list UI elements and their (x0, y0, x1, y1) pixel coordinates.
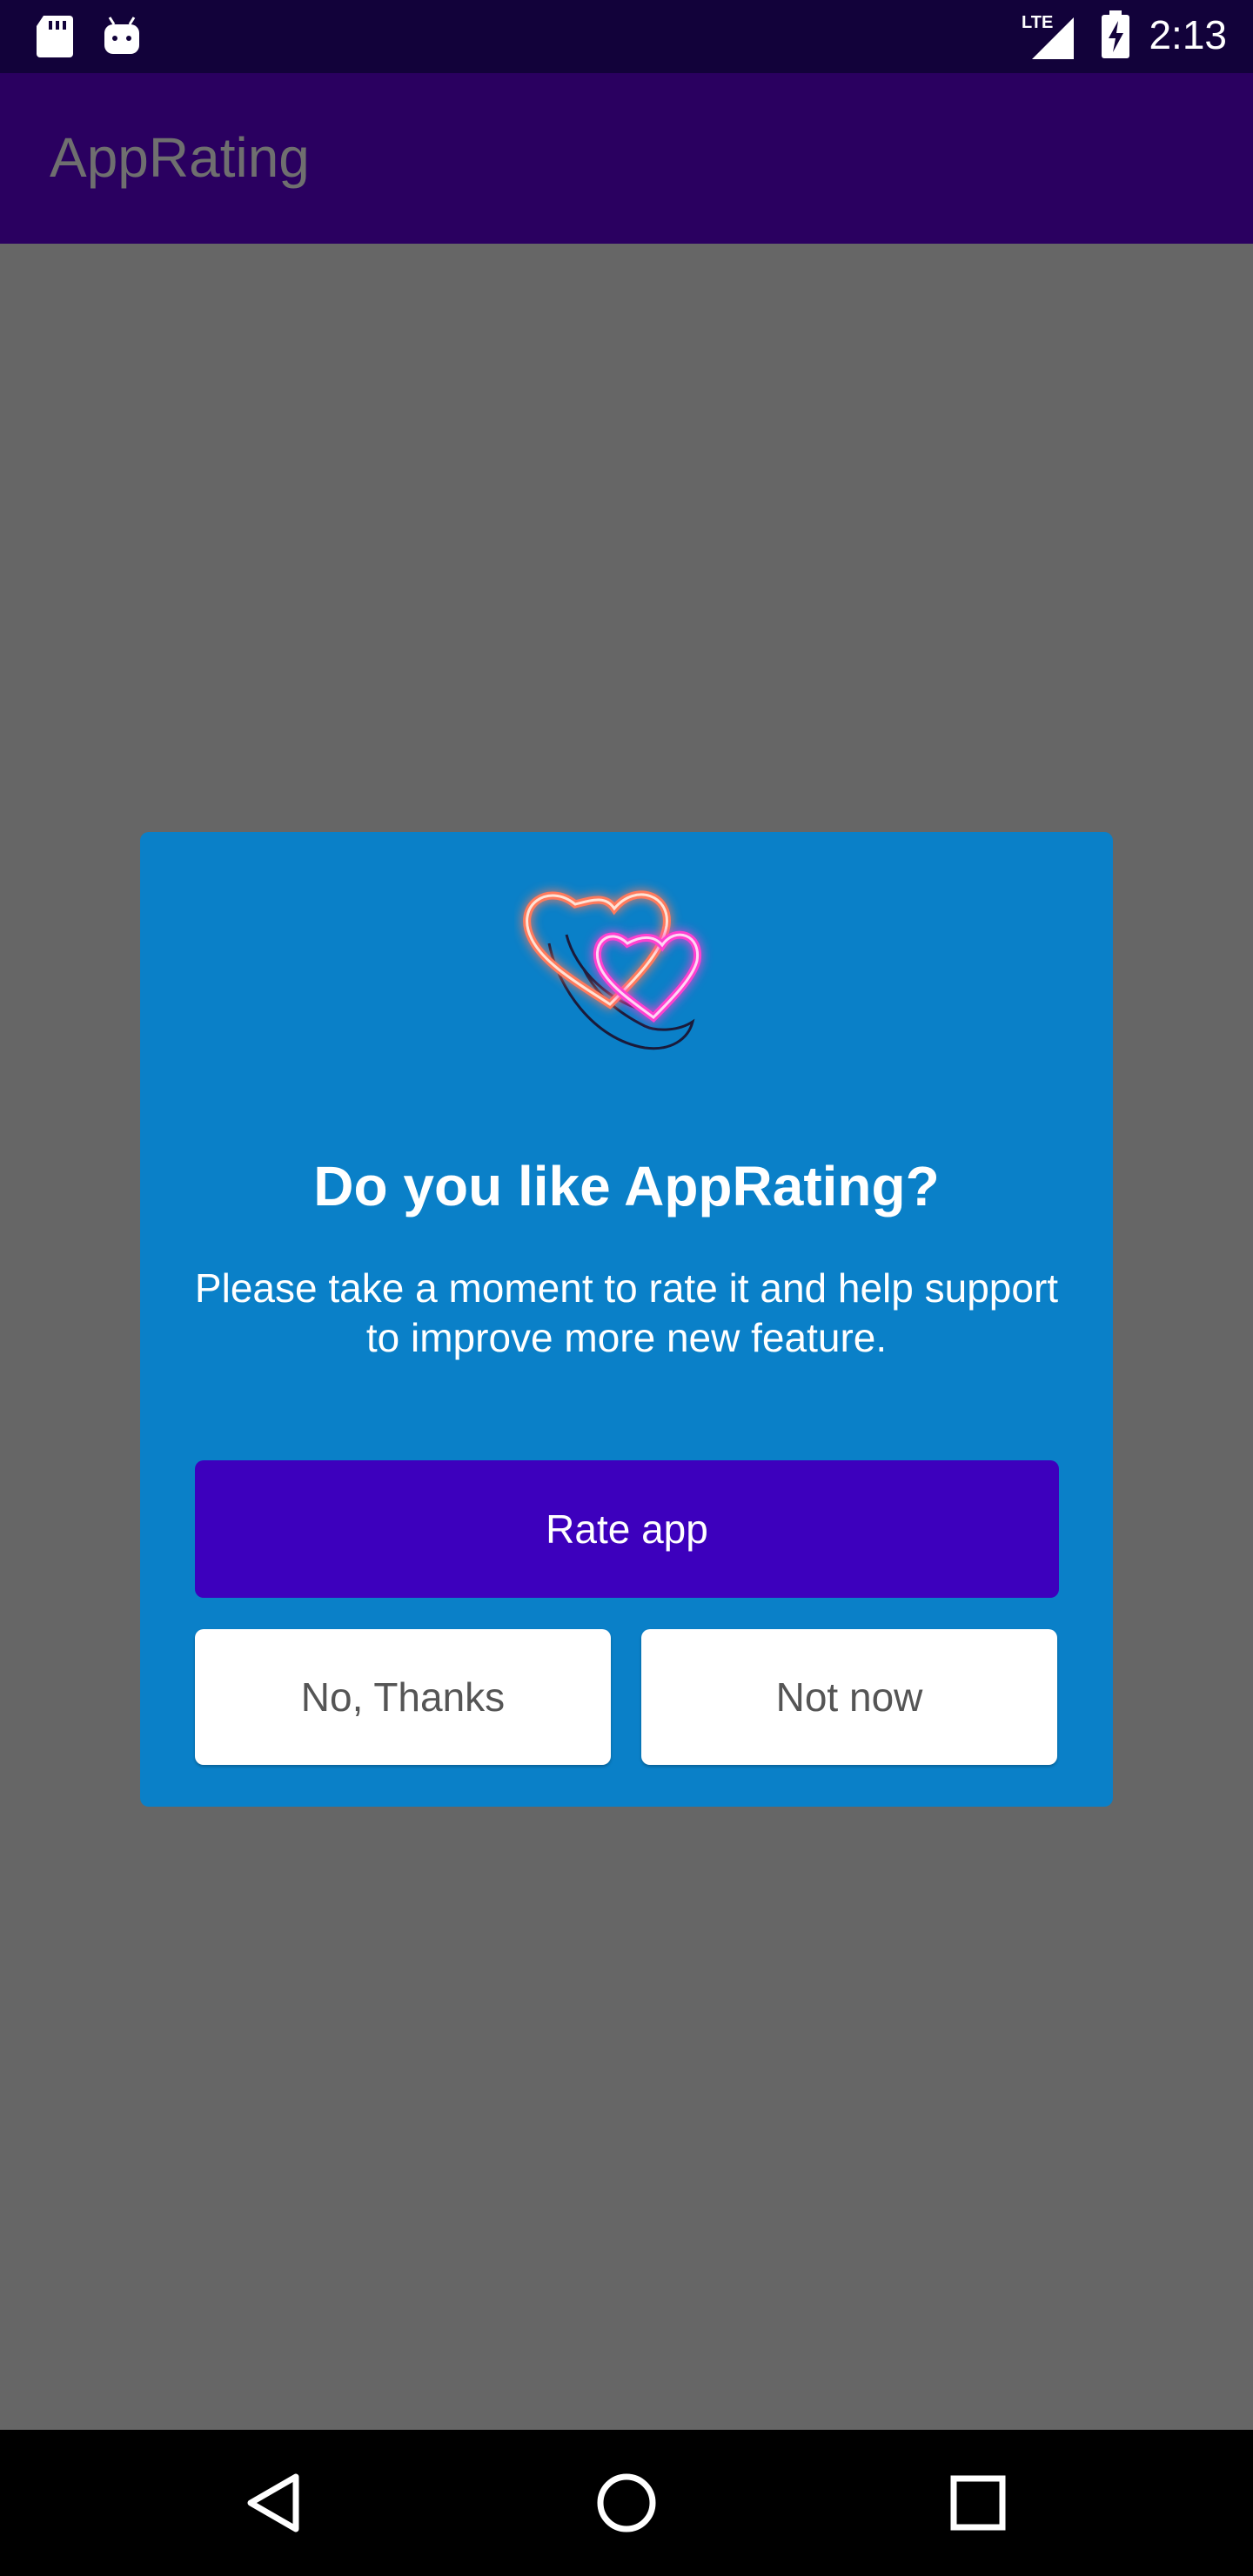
rating-dialog: Do you like AppRating? Please take a mom… (140, 832, 1113, 1807)
app-title: AppRating (50, 126, 310, 189)
dialog-title: Do you like AppRating? (313, 1155, 940, 1218)
not-now-button[interactable]: Not now (641, 1629, 1057, 1765)
dialog-message: Please take a moment to rate it and help… (194, 1265, 1059, 1360)
sd-card-icon (37, 16, 73, 57)
signal-icon: LTE (1022, 13, 1075, 59)
android-icon (104, 17, 139, 54)
home-icon[interactable] (585, 2461, 668, 2545)
navigation-bar (0, 2430, 1253, 2576)
back-icon[interactable] (233, 2461, 317, 2545)
battery-charging-icon (1102, 10, 1130, 58)
recents-icon[interactable] (936, 2461, 1020, 2545)
neon-hearts-icon (523, 890, 701, 1050)
rate-app-button[interactable]: Rate app (195, 1460, 1059, 1598)
status-left-icons (35, 14, 143, 59)
status-bar: LTE 2:13 (0, 0, 1253, 73)
app-bar: AppRating (0, 73, 1253, 244)
status-right-icons: LTE 2:13 (1022, 9, 1227, 61)
no-thanks-button[interactable]: No, Thanks (195, 1629, 611, 1765)
status-time: 2:13 (1149, 12, 1227, 57)
network-label: LTE (1022, 13, 1053, 32)
